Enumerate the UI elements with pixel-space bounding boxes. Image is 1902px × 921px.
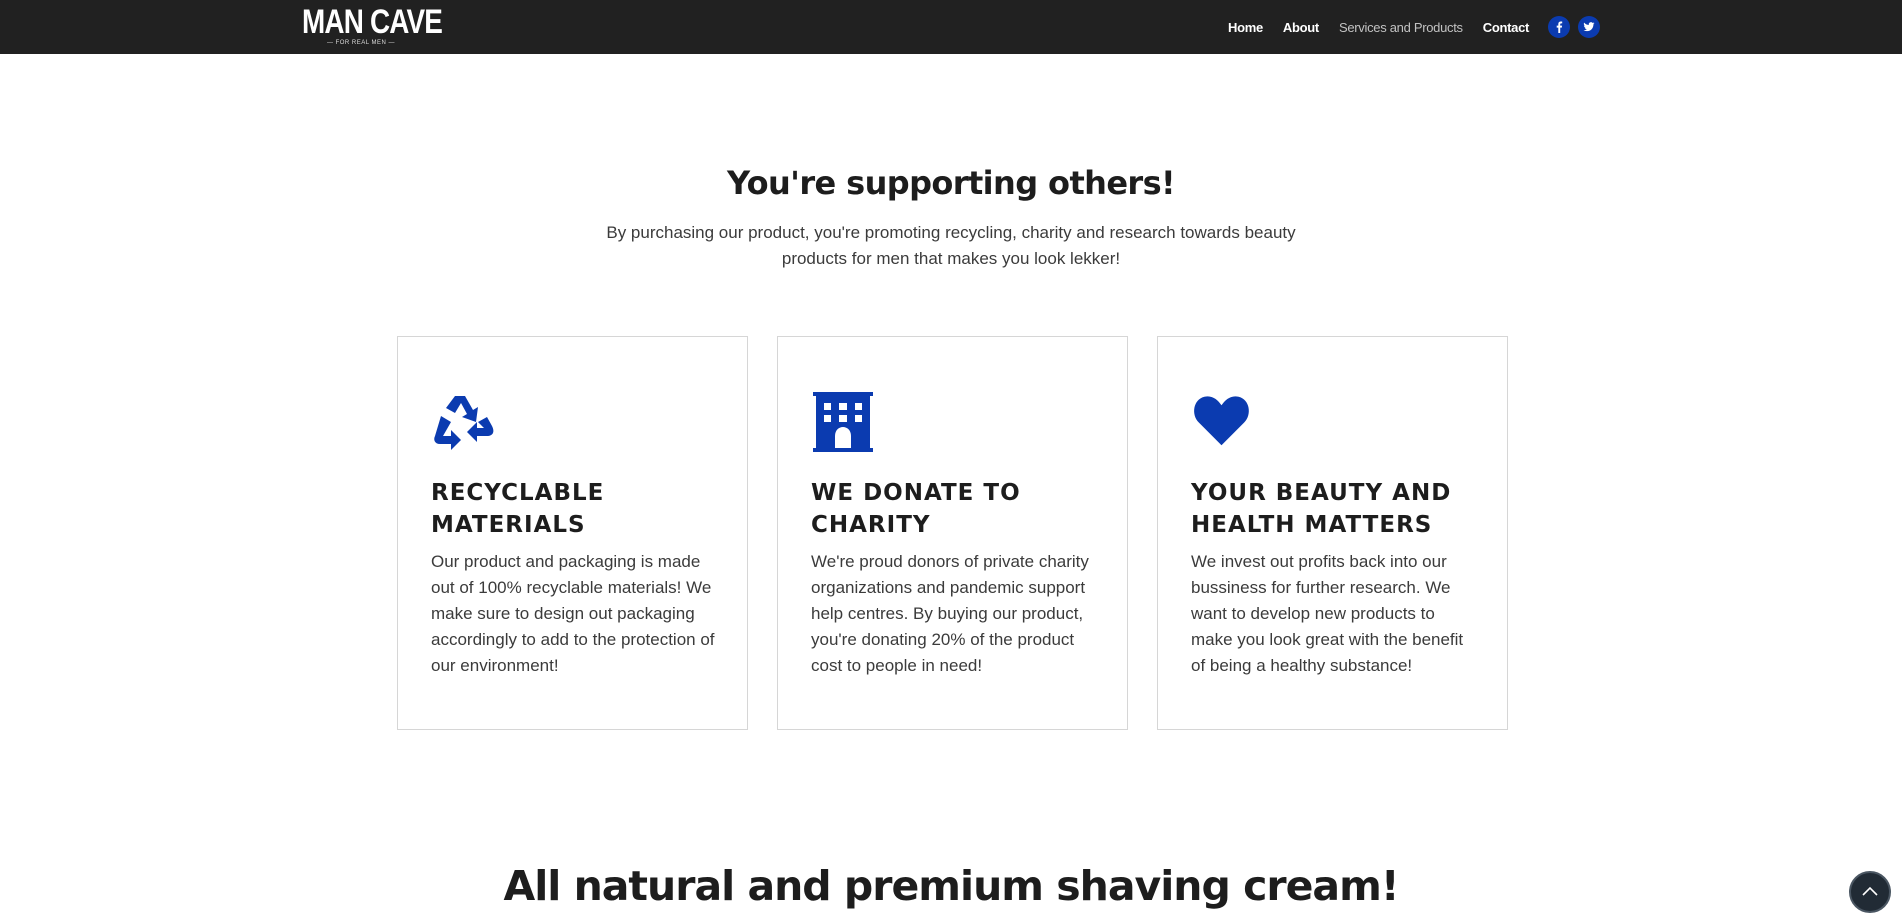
section-title-shaving-cream: All natural and premium shaving cream! <box>503 862 1399 910</box>
section-title-supporting: You're supporting others! <box>726 164 1176 202</box>
brand-logo[interactable]: MAN CAVE — FOR REAL MEN — <box>302 3 443 48</box>
twitter-icon[interactable] <box>1578 16 1600 38</box>
nav-link-home[interactable]: Home <box>1228 20 1263 35</box>
brand-tagline: — FOR REAL MEN — <box>326 40 396 46</box>
facebook-icon[interactable] <box>1548 16 1570 38</box>
section-subtitle-supporting: By purchasing our product, you're promot… <box>606 223 1296 268</box>
brand-name: MAN CAVE <box>302 3 443 41</box>
main-menu: Home About Services and Products Contact <box>1228 0 1549 54</box>
scroll-to-top-button[interactable] <box>1849 871 1891 913</box>
card-title: WE DONATE TO CHARITY <box>811 480 1021 538</box>
heart-icon <box>1191 392 1255 452</box>
card-text: Our product and packaging is made out of… <box>431 552 715 675</box>
top-navbar: MAN CAVE — FOR REAL MEN — Home About Ser… <box>0 0 1902 54</box>
card-title: RECYCLABLE MATERIALS <box>431 480 605 538</box>
chevron-up-icon <box>1862 886 1878 896</box>
nav-link-contact[interactable]: Contact <box>1483 20 1530 35</box>
feature-card-recyclable: RECYCLABLE MATERIALS Our product and pac… <box>397 336 748 730</box>
card-text: We invest out profits back into our buss… <box>1191 552 1464 675</box>
card-title: YOUR BEAUTY AND HEALTH MATTERS <box>1191 480 1452 538</box>
feature-card-health: YOUR BEAUTY AND HEALTH MATTERS We invest… <box>1157 336 1508 730</box>
card-text: We're proud donors of private charity or… <box>811 552 1089 675</box>
feature-card-charity: WE DONATE TO CHARITY We're proud donors … <box>777 336 1128 730</box>
nav-link-about[interactable]: About <box>1283 20 1319 35</box>
nav-link-services-and-products[interactable]: Services and Products <box>1339 20 1463 35</box>
building-icon <box>811 392 875 452</box>
recycle-icon <box>431 392 495 452</box>
